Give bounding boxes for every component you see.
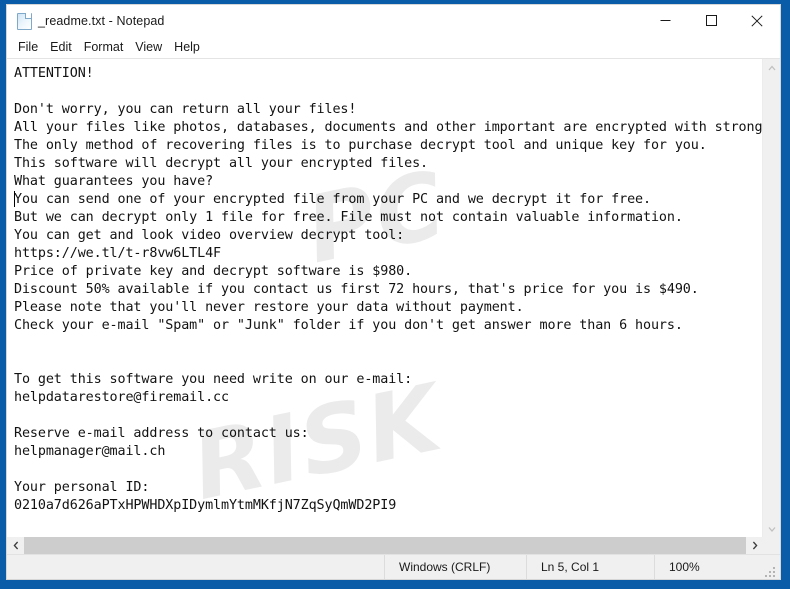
status-zoom-level: 100% [654,555,780,579]
close-button[interactable] [734,5,780,36]
vertical-scrollbar[interactable] [762,59,780,537]
minimize-button[interactable] [642,5,688,36]
editor-region: PC RISK ATTENTION! Don't worry, you can … [7,58,780,537]
horizontal-scrollbar[interactable] [7,537,780,554]
menu-item-edit[interactable]: Edit [50,39,79,56]
document-text[interactable]: ATTENTION! Don't worry, you can return a… [7,59,762,515]
menu-item-view[interactable]: View [135,39,169,56]
status-cursor-position: Ln 5, Col 1 [526,555,654,579]
status-bar: Windows (CRLF) Ln 5, Col 1 100% [7,554,780,579]
scroll-right-arrow[interactable] [746,537,763,554]
title-bar[interactable]: _readme.txt - Notepad [7,5,780,36]
title-bar-left: _readme.txt - Notepad [7,12,165,30]
status-line-ending: Windows (CRLF) [384,555,526,579]
window-title: _readme.txt - Notepad [38,13,165,28]
text-editor[interactable]: PC RISK ATTENTION! Don't worry, you can … [7,59,762,537]
scroll-up-arrow[interactable] [763,59,780,76]
menu-item-format[interactable]: Format [84,39,131,56]
maximize-button[interactable] [688,5,734,36]
menu-bar: File Edit Format View Help [7,36,780,58]
menu-item-help[interactable]: Help [174,39,207,56]
scroll-down-arrow[interactable] [763,520,780,537]
scroll-left-arrow[interactable] [7,537,24,554]
horizontal-scroll-track[interactable] [24,537,746,554]
window-controls [642,5,780,36]
horizontal-scroll-thumb[interactable] [24,537,746,554]
scrollbar-corner [763,537,780,554]
menu-item-file[interactable]: File [18,39,45,56]
notepad-window: _readme.txt - Notepad File Edit Format V… [6,4,781,580]
notepad-document-icon [16,12,32,30]
text-caret [14,191,15,207]
resize-grip-icon[interactable] [765,565,777,577]
